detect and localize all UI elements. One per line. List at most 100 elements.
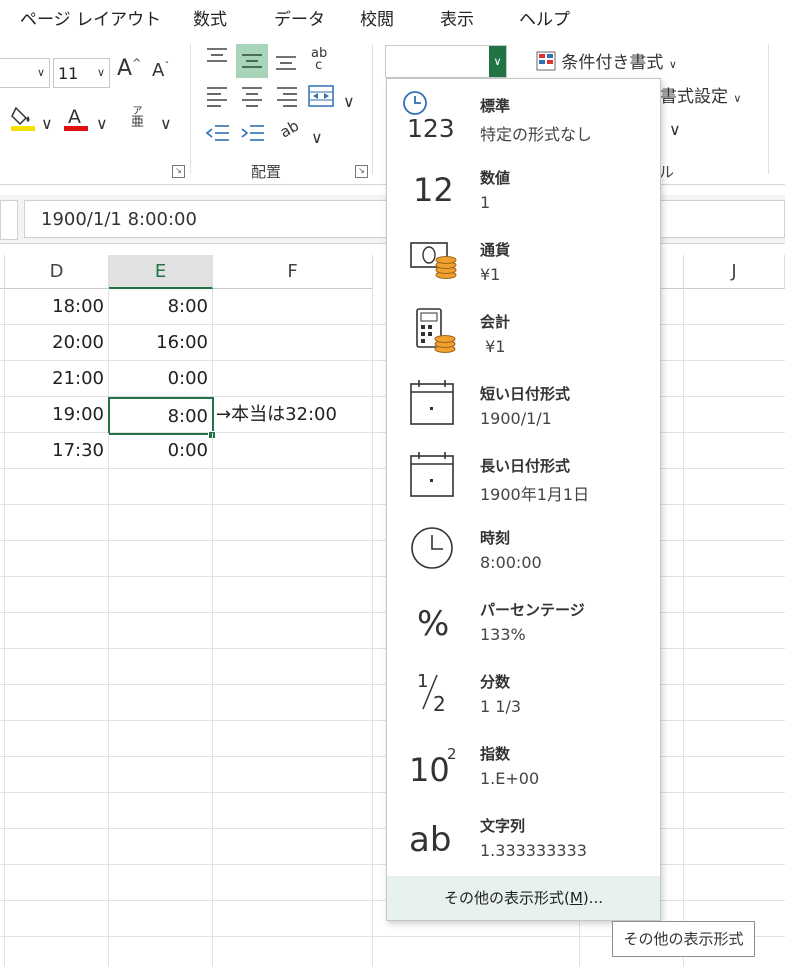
menu-item-title: 時刻 [480, 529, 511, 547]
conditional-formatting-label: 条件付き書式 [561, 53, 664, 73]
general-clock-123-icon: 123 [401, 89, 463, 141]
more-formats-accesskey: M [569, 889, 583, 907]
format-as-table-button[interactable]: 書式設定 ∨ [660, 82, 741, 107]
menu-item-title: 通貨 [480, 241, 511, 259]
align-top-icon[interactable] [205, 46, 229, 72]
svg-text:1: 1 [417, 671, 428, 692]
align-left-icon[interactable] [205, 84, 229, 112]
merge-center-icon[interactable] [308, 83, 334, 113]
conditional-formatting-button[interactable]: 条件付き書式 ∨ [536, 48, 677, 73]
number-icon: 12 [401, 161, 463, 213]
menu-item-value: ¥1 [480, 337, 506, 356]
number-format-dropdown[interactable]: ∨ [385, 45, 507, 78]
font-grow-icon[interactable]: A^ [117, 56, 141, 81]
align-bottom-icon[interactable] [274, 50, 298, 78]
fraction-icon: 12 [401, 665, 463, 717]
cell-E4-active[interactable]: 8:00 [108, 397, 214, 435]
menu-item-accounting[interactable]: 会計 ¥1 [387, 295, 660, 367]
cell-D4[interactable]: 19:00 [5, 397, 109, 433]
menu-item-percentage[interactable]: % パーセンテージ 133% [387, 583, 660, 655]
menu-item-time[interactable]: 時刻 8:00:00 [387, 511, 660, 583]
merge-dropdown-icon[interactable]: ∨ [343, 92, 355, 111]
alignment-dialog-launcher-icon[interactable]: ↘ [355, 165, 368, 178]
wrap-text-icon[interactable]: ab c [311, 46, 328, 72]
phonetic-dropdown-icon[interactable]: ∨ [160, 114, 172, 133]
font-name-dropdown[interactable]: ∨ [0, 58, 50, 88]
wrap-text-glyph: ab [311, 46, 328, 61]
menu-item-text[interactable]: ab 文字列 1.333333333 [387, 799, 660, 871]
column-header-J[interactable]: J [684, 255, 785, 289]
column-header-E[interactable]: E [109, 255, 213, 289]
cell-D5[interactable]: 17:30 [5, 433, 109, 469]
tab-help[interactable]: ヘルプ [519, 5, 570, 30]
percent-icon: % [401, 593, 463, 645]
cell-F4[interactable]: →本当は32:00 [216, 397, 376, 433]
currency-icon [401, 233, 463, 285]
cell-D1[interactable]: 18:00 [5, 289, 109, 325]
menu-item-fraction[interactable]: 12 分数 1 1/3 [387, 655, 660, 727]
cell-E1[interactable]: 8:00 [109, 289, 213, 325]
font-size-dropdown[interactable]: 11 ∨ [53, 58, 110, 88]
cell-D3[interactable]: 21:00 [5, 361, 109, 397]
column-header-F[interactable]: F [213, 255, 373, 289]
menu-item-value: 1 [480, 193, 491, 212]
decrease-indent-icon[interactable] [205, 122, 231, 148]
font-size-value: 11 [58, 64, 79, 83]
tab-data[interactable]: データ [274, 5, 325, 30]
menu-item-currency[interactable]: 通貨 ¥1 [387, 223, 660, 295]
cell-E3[interactable]: 0:00 [109, 361, 213, 397]
paint-bucket-icon [11, 106, 35, 131]
chevron-down-icon: ∨ [96, 66, 105, 79]
increase-indent-icon[interactable] [240, 122, 266, 148]
menu-item-title: 分数 [480, 673, 511, 691]
short-date-calendar-icon [401, 377, 463, 429]
chevron-down-icon: ∨ [36, 66, 45, 79]
tab-formulas[interactable]: 数式 [193, 5, 227, 30]
phonetic-guide-icon[interactable]: ア亜 [131, 106, 144, 129]
more-number-formats-button[interactable]: その他の表示形式(M)... [387, 876, 660, 920]
long-date-calendar-icon [401, 449, 463, 501]
tab-page-layout[interactable]: ページ レイアウト [20, 5, 161, 30]
menu-item-title: 標準 [480, 97, 511, 115]
menu-item-number[interactable]: 12 数値 1 [387, 151, 660, 223]
menu-item-value: 1900/1/1 [480, 409, 552, 428]
align-middle-icon[interactable] [236, 44, 268, 78]
menu-item-long-date[interactable]: 長い日付形式 1900年1月1日 [387, 439, 660, 511]
time-clock-icon [401, 521, 463, 573]
menu-item-title: 文字列 [480, 817, 526, 835]
name-box[interactable] [0, 200, 18, 240]
align-right-icon[interactable] [275, 84, 299, 112]
cell-E2[interactable]: 16:00 [109, 325, 213, 361]
menu-item-general[interactable]: 123 標準 特定の形式なし [387, 79, 660, 151]
menu-item-scientific[interactable]: 10 2 指数 1.E+00 [387, 727, 660, 799]
column-header-D[interactable]: D [5, 255, 109, 289]
cell-E5[interactable]: 0:00 [109, 433, 213, 469]
ribbon-tab-bar: ページ レイアウト 数式 データ 校閲 表示 ヘルプ [0, 0, 785, 34]
svg-text:2: 2 [447, 745, 457, 763]
align-center-icon[interactable] [240, 84, 264, 112]
fill-color-button[interactable] [10, 104, 36, 136]
accounting-icon [401, 305, 463, 357]
tab-review[interactable]: 校閲 [360, 5, 394, 30]
font-color-dropdown-icon[interactable]: ∨ [96, 114, 108, 133]
cell-styles-dropdown-icon[interactable]: ∨ [669, 120, 681, 139]
orientation-dropdown-icon[interactable]: ∨ [311, 128, 323, 147]
font-color-button[interactable]: A [63, 104, 89, 136]
font-shrink-icon[interactable]: Aˇ [152, 60, 169, 81]
fill-color-dropdown-icon[interactable]: ∨ [41, 114, 53, 133]
menu-item-value: 特定の形式なし [480, 125, 593, 144]
chevron-down-icon[interactable]: ∨ [489, 46, 506, 77]
text-orientation-icon[interactable]: ab [277, 117, 302, 142]
svg-text:10: 10 [409, 751, 450, 789]
menu-item-value: ¥1 [480, 265, 501, 284]
menu-item-short-date[interactable]: 短い日付形式 1900/1/1 [387, 367, 660, 439]
menu-item-value: 133% [480, 625, 526, 644]
svg-text:123: 123 [407, 114, 455, 141]
menu-item-title: 長い日付形式 [480, 457, 571, 475]
text-icon: ab [401, 809, 463, 861]
tab-view[interactable]: 表示 [440, 5, 474, 30]
column-header-I[interactable] [659, 255, 684, 289]
cell-D2[interactable]: 20:00 [5, 325, 109, 361]
font-dialog-launcher-icon[interactable]: ↘ [172, 165, 185, 178]
more-formats-label-post: )... [582, 889, 603, 907]
